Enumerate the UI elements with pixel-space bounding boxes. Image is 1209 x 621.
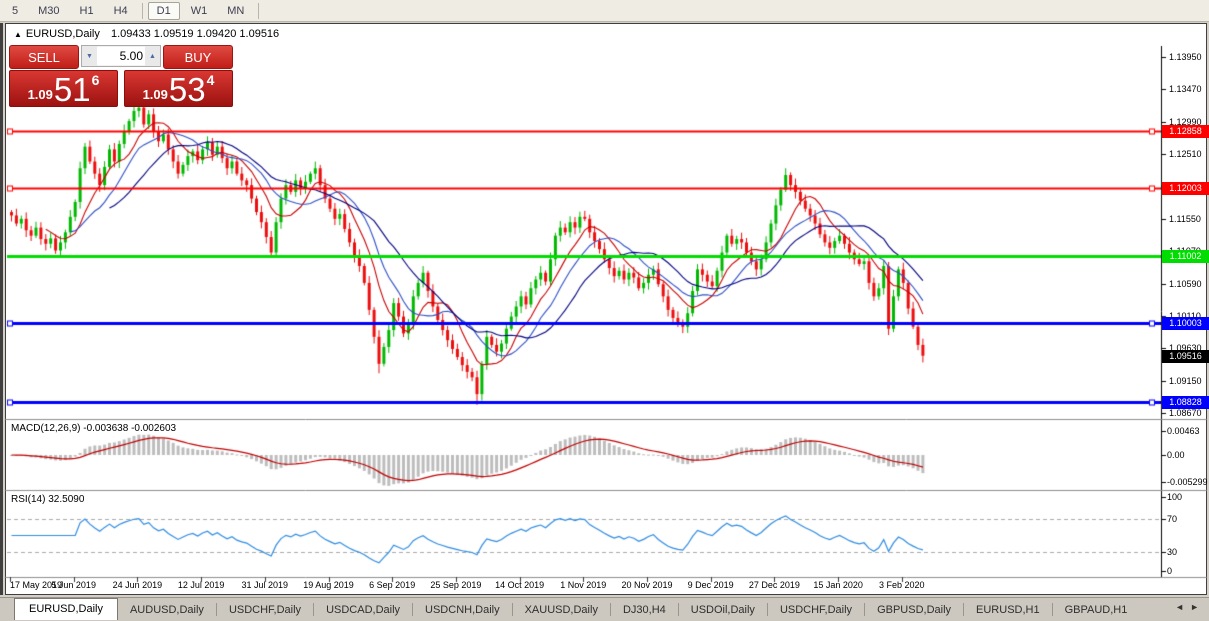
sell-price-display[interactable]: 1.09 51 6 <box>9 70 118 107</box>
tab-scroll-left-icon[interactable]: ◄ <box>1175 602 1190 612</box>
sell-price-prefix: 1.09 <box>27 87 53 102</box>
sell-button[interactable]: SELL <box>9 45 79 69</box>
collapse-triangle-icon: ▲ <box>14 30 22 39</box>
trade-controls-row: SELL ▼ ▲ BUY <box>9 45 233 69</box>
buy-price-prefix: 1.09 <box>142 87 168 102</box>
ohlc-values: 1.09433 1.09519 1.09420 1.09516 <box>110 28 280 40</box>
volume-decrease-button[interactable]: ▼ <box>82 46 97 66</box>
one-click-trade-panel: SELL ▼ ▲ BUY 1.09 51 6 1.09 53 4 <box>9 45 233 107</box>
volume-stepper: ▼ ▲ <box>81 45 161 67</box>
chart-title: ▲ EURUSD,Daily 1.09433 1.09519 1.09420 1.… <box>14 28 279 40</box>
buy-price-pip: 4 <box>206 72 215 88</box>
tab-scroll-right-icon[interactable]: ► <box>1190 602 1205 612</box>
buy-button[interactable]: BUY <box>163 45 233 69</box>
chevron-down-icon: ▼ <box>86 52 93 60</box>
volume-increase-button[interactable]: ▲ <box>145 46 160 66</box>
buy-price-display[interactable]: 1.09 53 4 <box>124 70 233 107</box>
volume-input[interactable] <box>97 47 145 65</box>
buy-price-big-digits: 53 <box>168 70 206 108</box>
tab-scroll-controls: ◄► <box>1175 602 1205 612</box>
sell-price-pip: 6 <box>91 72 100 88</box>
sell-price-big-digits: 51 <box>53 70 91 108</box>
chevron-up-icon: ▲ <box>149 52 156 60</box>
symbol-period-label: EURUSD,Daily <box>25 28 100 40</box>
